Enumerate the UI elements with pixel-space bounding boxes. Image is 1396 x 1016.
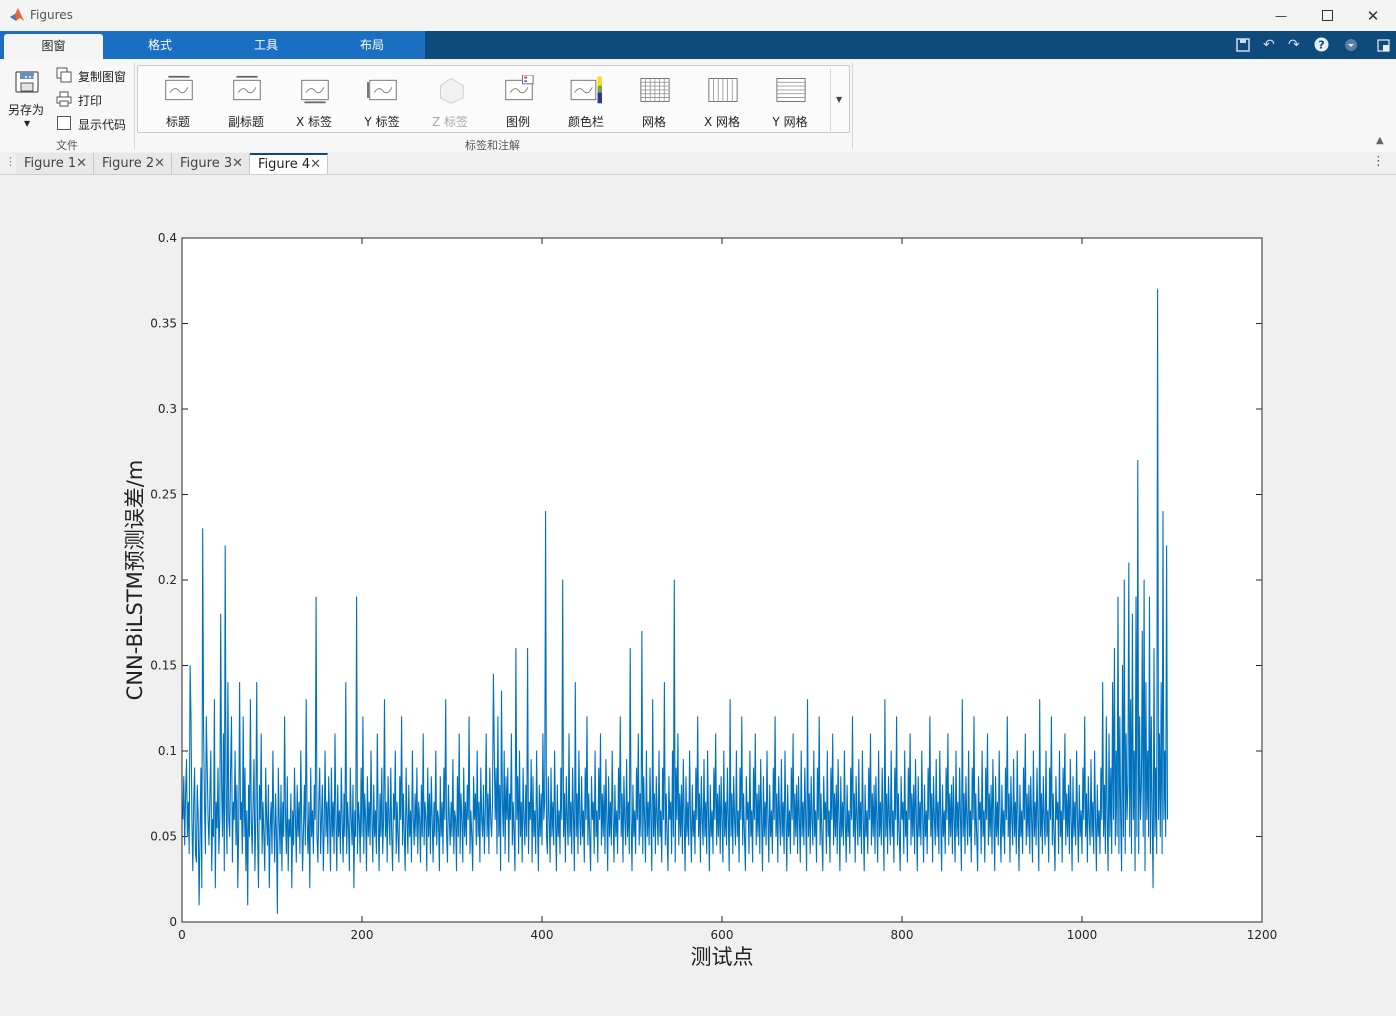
annot-colorbar-label: 颜色栏	[567, 115, 604, 129]
window-title: Figures	[30, 8, 73, 22]
tab-figure-1[interactable]: Figure 1 ✕	[16, 153, 94, 174]
svg-text:?: ?	[1318, 39, 1324, 52]
x-tick-label: 800	[891, 928, 914, 942]
y-tick-label: 0	[169, 915, 177, 929]
maximize-button[interactable]	[1304, 0, 1350, 31]
close-tab-icon[interactable]: ✕	[154, 153, 165, 174]
close-window-button[interactable]: ✕	[1350, 0, 1396, 31]
save-icon[interactable]	[1236, 38, 1250, 52]
colorbar-icon	[570, 76, 602, 104]
y-tick-label: 0.35	[150, 317, 177, 331]
annot-zlabel-button[interactable]: Z 标签	[417, 67, 483, 129]
annot-ylabel-button[interactable]: Y 标签	[349, 67, 415, 129]
tab-figure-2[interactable]: Figure 2 ✕	[94, 153, 172, 174]
chevron-down-icon: ▼	[24, 119, 31, 128]
figure-canvas: 0 200 400 600 800 1000 1200 0 0.05 0.1 0.15 0.2 0.25…	[1, 175, 1395, 1013]
annot-title-label: 标题	[165, 115, 190, 129]
file-group-label: 文件	[56, 139, 78, 152]
annot-ygrid-label: Y 网格	[772, 115, 808, 129]
tab-figure-4[interactable]: Figure 4 ✕	[250, 153, 328, 174]
x-tick-label: 600	[711, 928, 734, 942]
annot-ylabel-label: Y 标签	[364, 115, 400, 129]
xgrid-icon	[708, 78, 738, 102]
y-tick-label: 0.4	[158, 231, 177, 245]
printer-icon	[56, 91, 72, 107]
undo-icon[interactable]: ↶	[1263, 37, 1275, 53]
annot-grid-label: 网格	[641, 115, 666, 129]
redo-icon[interactable]: ↷	[1288, 37, 1300, 53]
x-tick-label: 1200	[1247, 928, 1278, 942]
annot-grid-button[interactable]: 网格	[621, 67, 687, 129]
close-tab-icon[interactable]: ✕	[232, 153, 243, 174]
legend-icon	[505, 75, 534, 101]
floppy-save-icon	[15, 71, 39, 93]
tab-figure[interactable]: 图窗	[4, 34, 103, 59]
tab-figure-3[interactable]: Figure 3 ✕	[172, 153, 250, 174]
annot-subtitle-button[interactable]: 副标题	[213, 67, 279, 129]
window-titlebar: Figures — ✕	[0, 0, 1396, 32]
chevron-down-icon: ▼	[836, 95, 843, 104]
subtitle-icon	[233, 75, 261, 101]
minimize-button[interactable]: —	[1258, 0, 1304, 31]
tab-list-grip-icon[interactable]: ⋮	[5, 155, 16, 168]
annot-colorbar-button[interactable]: 颜色栏	[553, 67, 619, 129]
y-tick-label: 0.25	[150, 488, 177, 502]
tab-format[interactable]: 格式	[108, 31, 212, 59]
x-tick-label: 400	[531, 928, 554, 942]
annot-xlabel-button[interactable]: X 标签	[281, 67, 347, 129]
x-axis-label: 测试点	[691, 945, 754, 969]
annot-title-button[interactable]: 标题	[145, 67, 211, 129]
annot-ygrid-button[interactable]: Y 网格	[757, 67, 823, 129]
xlabel-icon	[301, 79, 329, 104]
collapse-ribbon-icon[interactable]: ▲	[1376, 135, 1384, 146]
copy-icon	[56, 67, 72, 83]
help-icon[interactable]: ?	[1314, 37, 1329, 52]
x-tick-label: 200	[351, 928, 374, 942]
annot-xgrid-label: X 网格	[703, 115, 741, 129]
show-code-checkbox[interactable]: 显示代码	[56, 114, 132, 134]
y-tick-label: 0.1	[158, 744, 177, 758]
print-button[interactable]: 打印	[56, 90, 116, 110]
annot-subtitle-label: 副标题	[227, 115, 264, 129]
annotation-group-label: 标签和注解	[465, 139, 520, 152]
annot-zlabel-label: Z 标签	[431, 115, 469, 129]
annot-xlabel-label: X 标签	[295, 115, 333, 129]
y-tick-label: 0.3	[158, 402, 177, 416]
save-as-button[interactable]: 另存为 ▼	[5, 67, 49, 133]
figure-tabbar: ⋮ Figure 1 ✕ Figure 2 ✕ Figure 3 ✕ Figure 4…	[0, 152, 1396, 175]
title-icon	[165, 75, 193, 101]
grid-icon	[640, 78, 670, 102]
close-icon: ✕	[1366, 6, 1380, 25]
more-options-icon[interactable]: ⋮	[1372, 154, 1385, 169]
close-tab-icon[interactable]: ✕	[76, 153, 87, 174]
x-tick-label: 1000	[1067, 928, 1098, 942]
ribbon-tabstrip: 图窗 格式 工具 布局	[0, 31, 1396, 59]
y-tick-label: 0.15	[150, 659, 177, 673]
annot-legend-button[interactable]: 图例	[485, 67, 551, 129]
maximize-icon	[1321, 10, 1333, 21]
ygrid-icon	[776, 78, 806, 102]
line-chart[interactable]: 0 200 400 600 800 1000 1200 0 0.05 0.1 0.15 0.2 0.25…	[1, 175, 1395, 1013]
ylabel-icon	[367, 79, 397, 101]
y-axis-label: CNN-BiLSTM预测误差/m	[123, 460, 147, 701]
tab-tools[interactable]: 工具	[214, 31, 318, 59]
y-tick-label: 0.2	[158, 573, 177, 587]
x-tick-label: 0	[178, 928, 186, 942]
ribbon-panel: 另存为 ▼ 复制图窗 打印 显示代码 文件 标题 副标题 X 标签 Y 标签 Z 标签 图…	[0, 59, 1396, 153]
checkbox-box	[57, 116, 71, 130]
y-tick-label: 0.05	[150, 830, 177, 844]
annot-legend-label: 图例	[505, 115, 530, 129]
matlab-logo-icon	[10, 8, 24, 21]
close-tab-icon[interactable]: ✕	[310, 155, 321, 174]
copy-figure-button[interactable]: 复制图窗	[56, 66, 132, 86]
tab-layout[interactable]: 布局	[320, 31, 424, 59]
gallery-expand-button[interactable]: ▼	[830, 69, 849, 131]
quick-access-menu-icon[interactable]	[1344, 38, 1358, 52]
dock-icon[interactable]	[1377, 39, 1390, 52]
annot-xgrid-button[interactable]: X 网格	[689, 67, 755, 129]
zlabel-icon	[439, 78, 464, 104]
minimize-icon: —	[1275, 8, 1287, 23]
